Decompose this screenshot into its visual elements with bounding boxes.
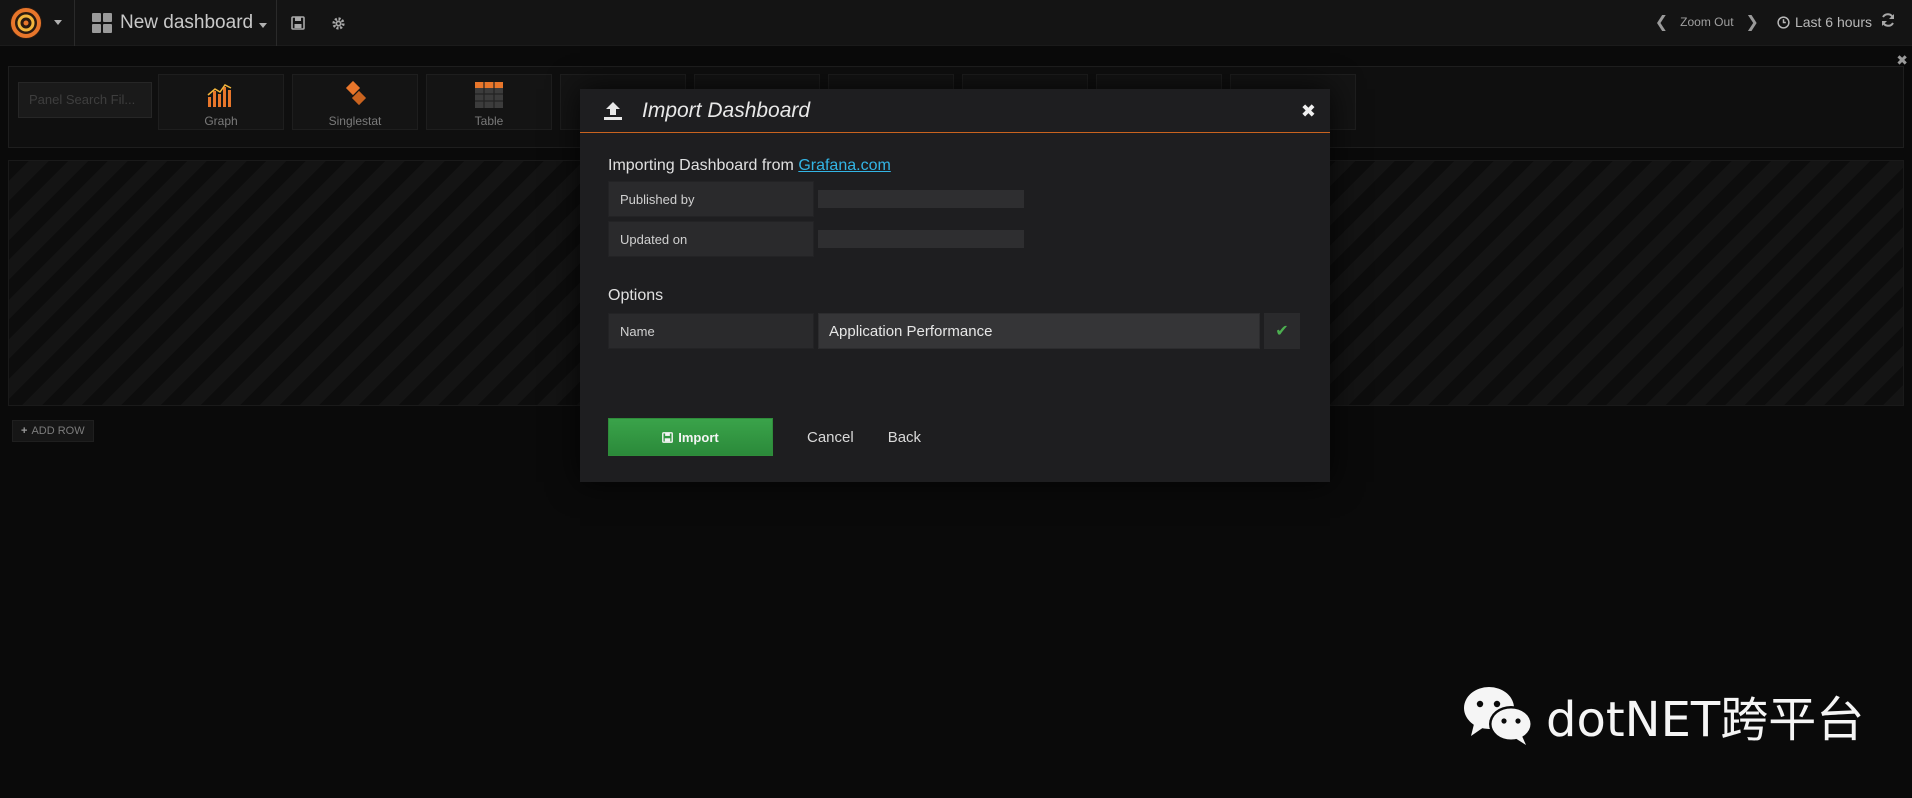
clock-icon bbox=[1777, 15, 1790, 29]
dashboard-grid-icon bbox=[92, 13, 112, 33]
published-by-row: Published by bbox=[608, 181, 1300, 217]
grafana-com-link[interactable]: Grafana.com bbox=[798, 157, 890, 174]
time-range-picker[interactable]: Last 6 hours bbox=[1777, 14, 1872, 30]
zoom-out-button[interactable]: Zoom Out bbox=[1680, 15, 1733, 29]
panel-search-input[interactable]: Panel Search Fil... bbox=[18, 82, 152, 118]
save-dashboard-button[interactable] bbox=[287, 12, 309, 34]
dashboard-title: New dashboard bbox=[120, 12, 254, 33]
time-range-label: Last 6 hours bbox=[1794, 14, 1872, 30]
save-icon bbox=[291, 16, 305, 30]
chevron-down-icon bbox=[54, 20, 62, 25]
panel-card-label: Singlestat bbox=[328, 114, 382, 128]
wechat-logo-icon bbox=[1464, 687, 1533, 745]
updated-on-label: Updated on bbox=[608, 221, 814, 257]
modal-footer: Import Cancel Back bbox=[608, 418, 921, 456]
divider bbox=[276, 0, 277, 46]
import-dashboard-modal: Import Dashboard ✖ Importing Dashboard f… bbox=[580, 89, 1330, 482]
modal-header: Import Dashboard ✖ bbox=[580, 89, 1330, 133]
import-button-label: Import bbox=[678, 429, 719, 445]
upload-icon bbox=[604, 101, 622, 120]
modal-body: Importing Dashboard from Grafana.com Pub… bbox=[580, 133, 1330, 349]
watermark: dotNET跨平台 bbox=[1462, 680, 1864, 750]
add-row-label: ADD ROW bbox=[31, 425, 85, 437]
panel-card-label: Graph bbox=[204, 114, 238, 128]
chevron-right-icon[interactable]: ❯ bbox=[1746, 12, 1759, 32]
refresh-icon bbox=[1882, 13, 1894, 27]
modal-title: Import Dashboard bbox=[642, 98, 811, 122]
grafana-logo-menu[interactable] bbox=[8, 3, 62, 43]
published-by-value bbox=[818, 190, 1024, 208]
divider bbox=[74, 0, 75, 46]
valid-check-icon: ✔ bbox=[1264, 313, 1300, 349]
plus-icon: + bbox=[21, 425, 28, 437]
top-navbar: New dashboard ❮ Zoom Out ❯ Last 6 hours bbox=[0, 0, 1912, 46]
name-label: Name bbox=[608, 313, 814, 349]
table-panel-icon bbox=[475, 82, 503, 108]
save-icon bbox=[662, 431, 674, 443]
panel-card-singlestat[interactable]: Singlestat bbox=[292, 74, 418, 130]
import-source-line: Importing Dashboard from Grafana.com bbox=[608, 157, 1300, 175]
chevron-down-icon bbox=[259, 22, 268, 28]
gear-icon bbox=[331, 16, 345, 30]
refresh-button[interactable] bbox=[1880, 12, 1900, 32]
watermark-text: dotNET跨平台 bbox=[1546, 692, 1865, 748]
panel-card-table[interactable]: Table bbox=[426, 74, 552, 130]
singlestat-panel-icon bbox=[345, 80, 367, 106]
panel-card-label: Table bbox=[474, 114, 504, 128]
cancel-button[interactable]: Cancel bbox=[807, 429, 854, 446]
updated-on-value bbox=[818, 230, 1024, 248]
back-button[interactable]: Back bbox=[888, 429, 921, 446]
graph-panel-icon bbox=[207, 84, 232, 107]
import-source-prefix: Importing Dashboard from bbox=[608, 157, 799, 174]
options-heading: Options bbox=[608, 287, 664, 304]
grafana-logo-icon bbox=[10, 7, 42, 39]
name-row: Name ✔ bbox=[608, 313, 1300, 349]
import-button[interactable]: Import bbox=[608, 418, 773, 456]
panel-card-graph[interactable]: Graph bbox=[158, 74, 284, 130]
chevron-left-icon[interactable]: ❮ bbox=[1655, 12, 1668, 32]
close-icon[interactable]: ✖ bbox=[1301, 101, 1316, 122]
published-by-label: Published by bbox=[608, 181, 814, 217]
add-row-button[interactable]: + ADD ROW bbox=[12, 420, 94, 442]
dashboard-name-input[interactable] bbox=[818, 313, 1260, 349]
time-controls: ❮ Zoom Out ❯ Last 6 hours bbox=[1655, 12, 1872, 32]
dashboard-picker[interactable]: New dashboard bbox=[92, 10, 268, 36]
updated-on-row: Updated on bbox=[608, 221, 1300, 257]
settings-button[interactable] bbox=[327, 12, 349, 34]
